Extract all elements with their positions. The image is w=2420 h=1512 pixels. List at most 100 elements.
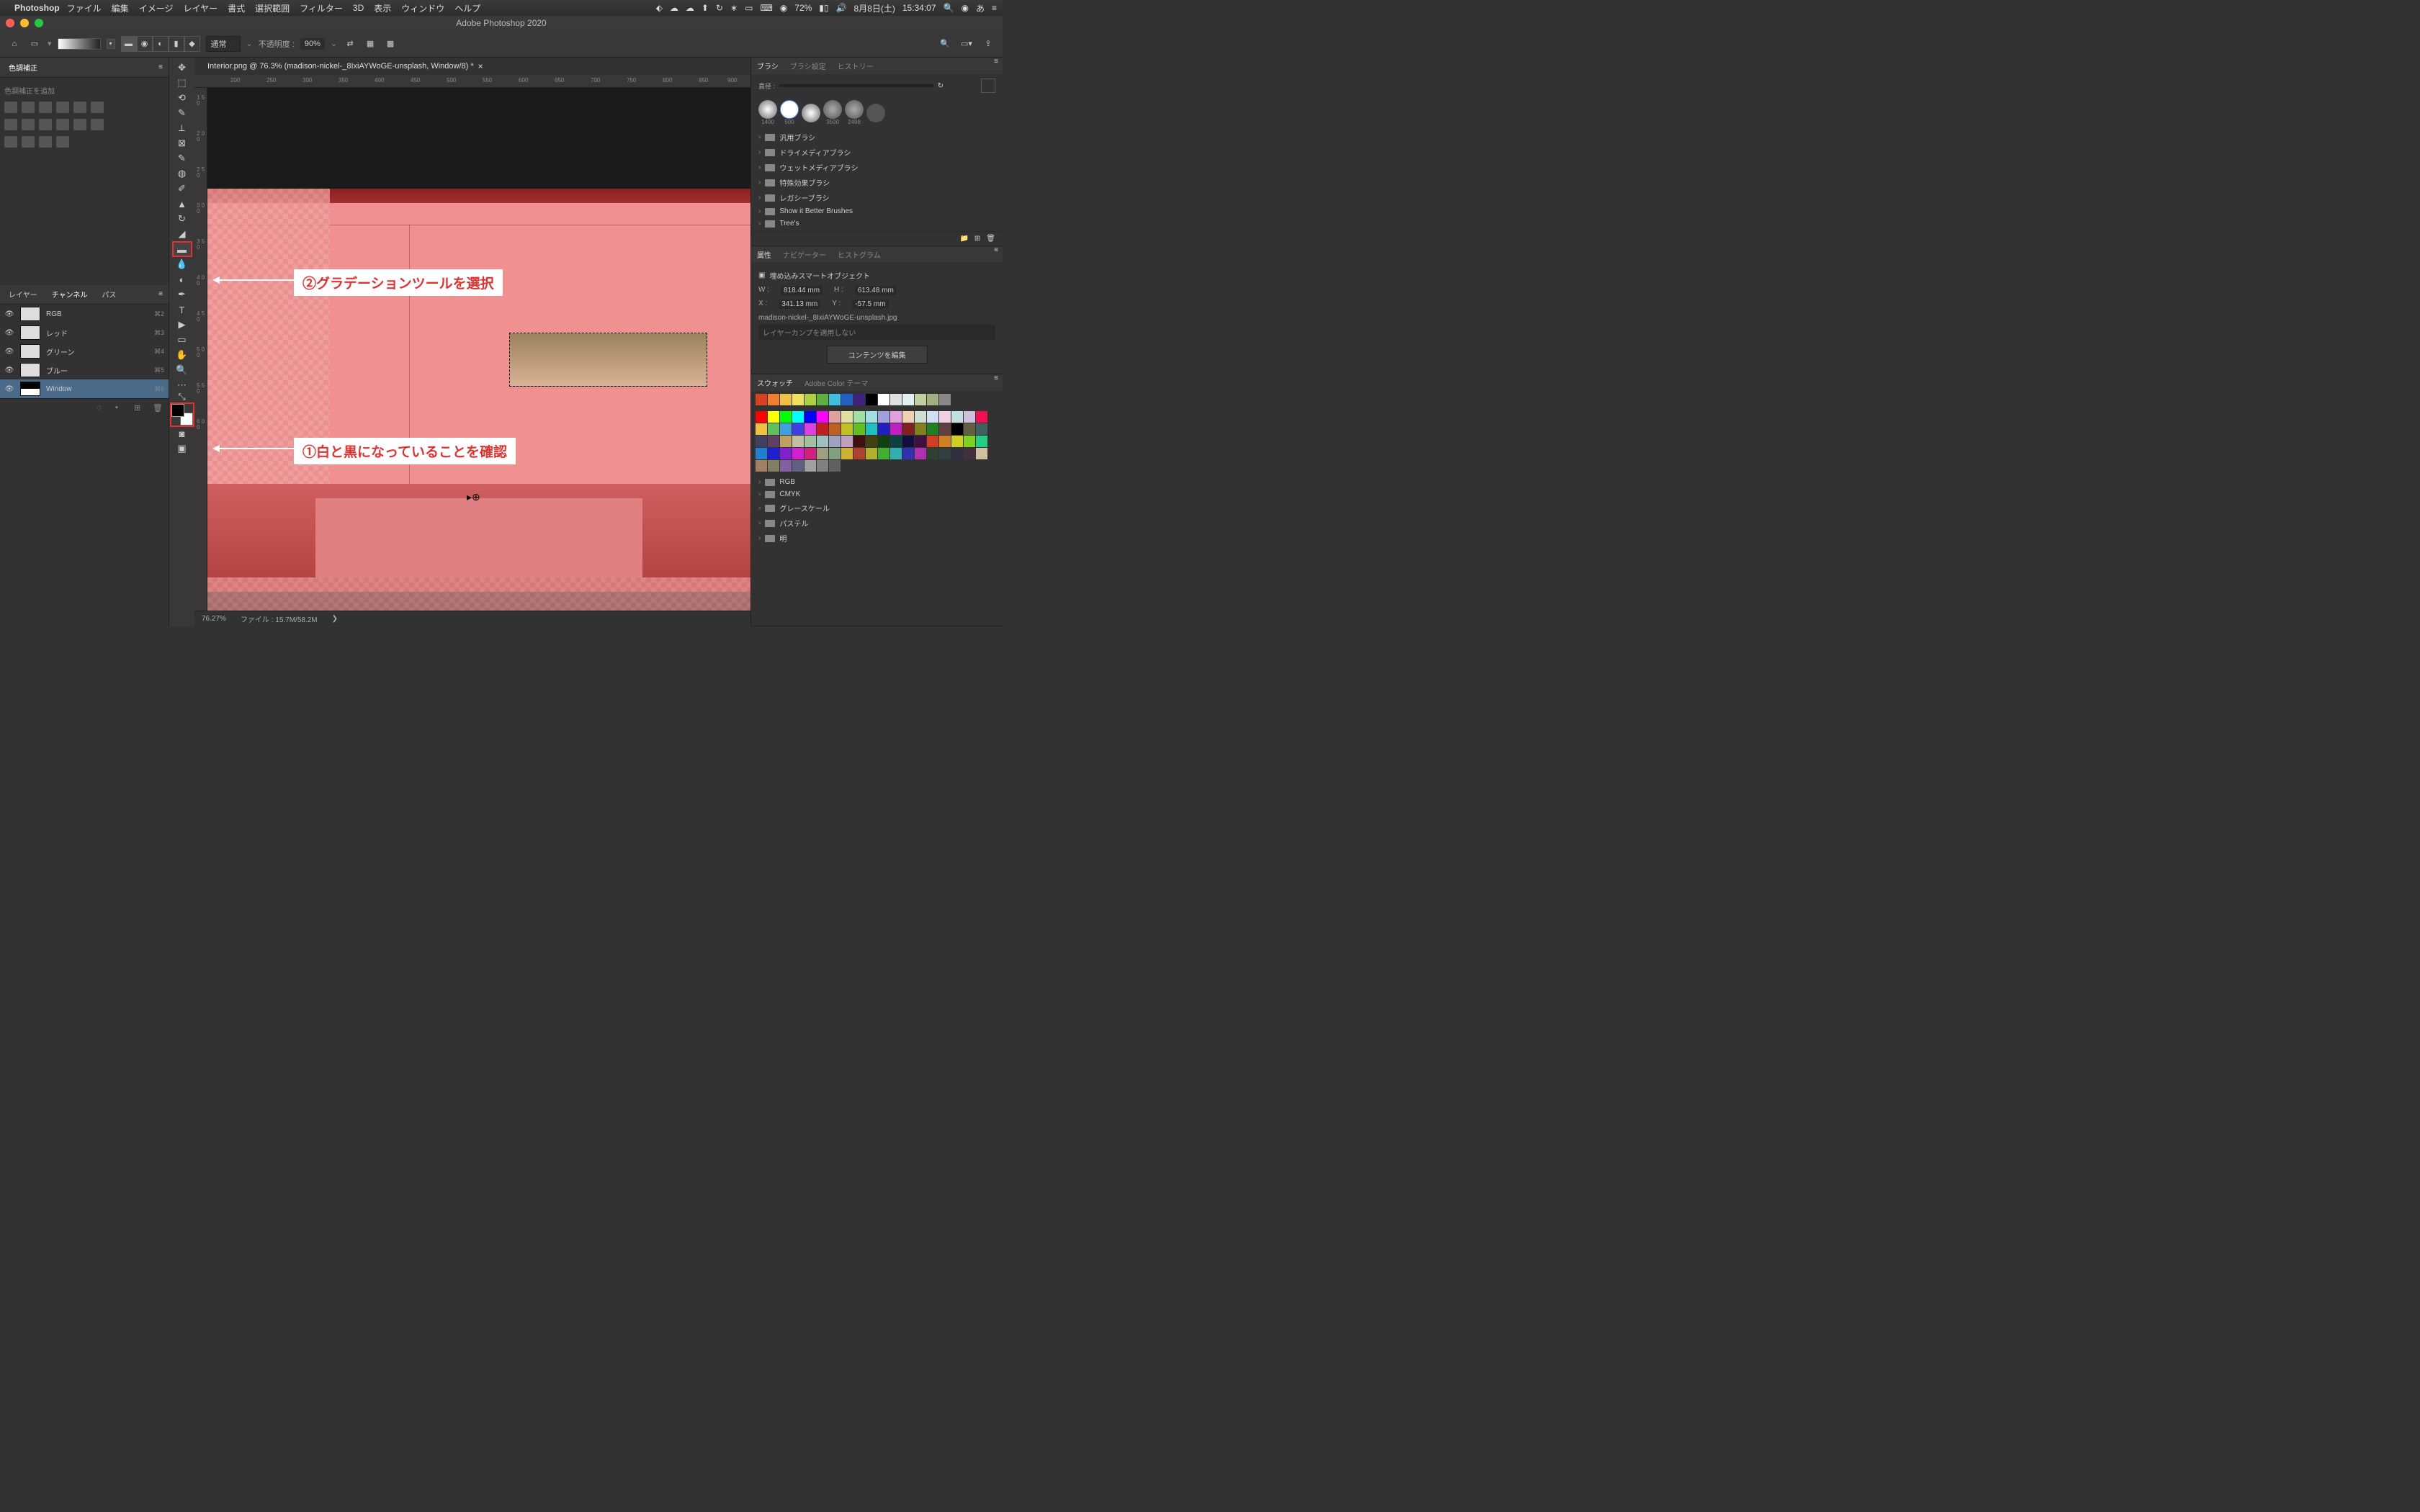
window-zoom-button[interactable] [35,19,43,27]
delete-brush-icon[interactable]: 🗑 [986,235,995,243]
swatch[interactable] [829,436,841,447]
adj-selective-icon[interactable] [56,136,69,148]
timemachine-icon[interactable]: ↻ [716,3,723,13]
swatch[interactable] [817,423,828,435]
menu-filter[interactable]: フィルター [300,2,343,14]
swatch[interactable] [902,448,914,459]
swatch[interactable] [792,448,804,459]
swatch[interactable] [878,448,889,459]
channel-red[interactable]: 👁 レッド ⌘3 [0,323,169,342]
visibility-icon[interactable]: 👁 [4,346,14,356]
swatch[interactable] [951,423,963,435]
swatch[interactable] [878,394,889,405]
swatch[interactable] [939,436,951,447]
gradient-reflected-button[interactable]: ▮ [169,36,184,52]
gradient-diamond-button[interactable]: ◆ [184,36,200,52]
close-tab-icon[interactable]: × [478,61,483,71]
menu-select[interactable]: 選択範囲 [255,2,290,14]
swatch[interactable] [792,423,804,435]
gradient-radial-button[interactable]: ◉ [137,36,153,52]
swatch[interactable] [817,394,828,405]
menu-type[interactable]: 書式 [228,2,245,14]
swatch[interactable] [780,423,792,435]
battery-text[interactable]: 72% [794,3,812,13]
dodge-tool[interactable]: ◐ [173,272,192,287]
brush-tool[interactable]: ✐ [173,181,192,196]
swatch[interactable] [805,411,816,423]
swatch[interactable] [805,448,816,459]
adj-gradmap-icon[interactable] [39,136,52,148]
swatch[interactable] [927,411,938,423]
brush-folder[interactable]: ウェットメディアブラシ [751,160,1003,175]
swatch[interactable] [792,411,804,423]
adj-invert-icon[interactable] [91,119,104,130]
swatch[interactable] [756,460,767,472]
channel-rgb[interactable]: 👁 RGB ⌘2 [0,305,169,323]
swatch[interactable] [964,448,975,459]
swatch[interactable] [841,448,853,459]
swatch[interactable] [939,423,951,435]
blend-mode-select[interactable]: 通常 [206,36,241,52]
swatch[interactable] [853,448,865,459]
gradient-angle-button[interactable]: ◐ [153,36,169,52]
swatch[interactable] [976,448,987,459]
swatch[interactable] [927,394,938,405]
swatch[interactable] [951,448,963,459]
adj-brightness-icon[interactable] [4,102,17,113]
date-text[interactable]: 8月8日(土) [853,2,895,14]
swatches-tab[interactable]: スウォッチ [756,374,794,391]
adj-levels-icon[interactable] [22,102,35,113]
adj-vibrance-icon[interactable] [73,102,86,113]
visibility-icon[interactable]: 👁 [4,328,14,338]
time-text[interactable]: 15:34:07 [902,3,936,13]
brush-preset[interactable] [845,100,864,119]
layer-comp-select[interactable]: レイヤーカンプを適用しない [758,325,995,340]
eraser-tool[interactable]: ◢ [173,227,192,241]
menu-edit[interactable]: 編集 [112,2,129,14]
menu-view[interactable]: 表示 [374,2,391,14]
pen-tool[interactable]: ✒ [173,287,192,302]
swatch[interactable] [866,436,877,447]
swatch[interactable] [939,448,951,459]
navigator-tab[interactable]: ナビゲーター [781,246,828,263]
brush-preset[interactable] [780,100,799,119]
swatch[interactable] [756,448,767,459]
brush-preset[interactable] [866,104,885,122]
brush-tab[interactable]: ブラシ [756,58,780,74]
file-size[interactable]: 15.7M/58.2M [275,616,317,624]
swatch[interactable] [792,436,804,447]
brush-settings-tab[interactable]: ブラシ設定 [789,58,828,74]
swatch[interactable] [756,411,767,423]
swatch[interactable] [951,411,963,423]
swatch[interactable] [878,436,889,447]
panel-menu-icon[interactable]: ≡ [158,290,163,298]
window-close-button[interactable] [6,19,14,27]
swatch[interactable] [890,423,902,435]
swatch[interactable] [915,436,926,447]
adj-curves-icon[interactable] [39,102,52,113]
brush-reset-icon[interactable]: ↻ [938,82,944,90]
swatch-folder[interactable]: 明 [751,531,1003,546]
swatch[interactable] [951,436,963,447]
swatch[interactable] [890,394,902,405]
delete-channel-icon[interactable]: 🗑 [153,403,164,415]
swatch-folder[interactable]: パステル [751,516,1003,531]
panel-menu-icon[interactable]: ≡ [994,374,998,391]
panel-menu-icon[interactable]: ≡ [994,246,998,263]
crop-tool[interactable]: ⟂ [173,121,192,135]
swatch[interactable] [841,423,853,435]
swatch[interactable] [927,423,938,435]
quick-select-tool[interactable]: ✎ [173,106,192,120]
adjustments-tab[interactable]: 色調補正 [6,60,40,74]
foreground-color[interactable] [171,404,184,417]
swatch[interactable] [939,394,951,405]
healing-tool[interactable]: ◍ [173,166,192,181]
volume-icon[interactable]: 🔊 [836,3,847,13]
document-tab[interactable]: Interior.png @ 76.3% (madison-nickel-_8I… [200,59,490,73]
save-selection-icon[interactable]: ▪ [115,403,127,415]
visibility-icon[interactable]: 👁 [4,384,14,394]
brush-size-slider[interactable] [779,84,933,87]
menu-help[interactable]: ヘルプ [454,2,480,14]
swatch[interactable] [964,436,975,447]
new-channel-icon[interactable]: ⊞ [134,403,145,415]
